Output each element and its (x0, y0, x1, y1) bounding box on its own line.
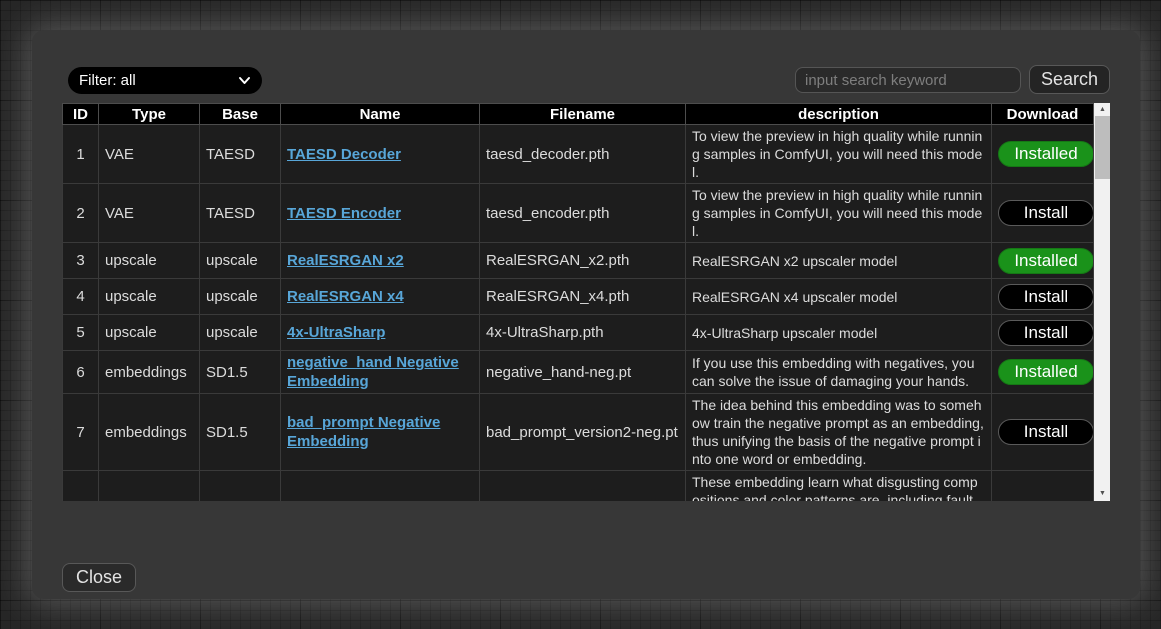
cell-type: upscale (99, 243, 200, 279)
cell-type: embeddings (99, 394, 200, 471)
cell-download: Install (992, 394, 1094, 471)
install-models-dialog: Filter: all Search ID Type Base Name Fil… (32, 30, 1140, 599)
table-scrollbar[interactable]: ▲ ▼ (1094, 103, 1110, 501)
cell-name: RealESRGAN x4 (281, 279, 480, 315)
table-header-row: ID Type Base Name Filename description D… (63, 104, 1094, 125)
table-row: 1VAETAESD TAESD Decoder taesd_decoder.pthT… (63, 125, 1094, 184)
model-name-link[interactable]: RealESRGAN x4 (287, 288, 404, 305)
close-button[interactable]: Close (62, 563, 136, 592)
cell-download: Installed (992, 125, 1094, 184)
cell-id: 3 (63, 243, 99, 279)
cell-description: RealESRGAN x4 upscaler model (686, 279, 992, 315)
cell-type (99, 471, 200, 502)
scroll-down-arrow-icon[interactable]: ▼ (1094, 487, 1110, 501)
scrollbar-thumb[interactable] (1095, 116, 1110, 179)
cell-filename: bad_prompt_version2-neg.pt (480, 394, 686, 471)
cell-base: upscale (200, 243, 281, 279)
column-header-id: ID (63, 104, 99, 125)
cell-base: SD1.5 (200, 351, 281, 394)
table-row: 5upscaleupscale4x-UltraSharp4x-UltraShar… (63, 315, 1094, 351)
table-row: 7embeddingsSD1.5bad_prompt Negative Embe… (63, 394, 1094, 471)
model-table: ID Type Base Name Filename description D… (62, 103, 1094, 501)
cell-description: 4x-UltraSharp upscaler model (686, 315, 992, 351)
column-header-download: Download (992, 104, 1094, 125)
cell-base: upscale (200, 315, 281, 351)
cell-download: Installed (992, 243, 1094, 279)
table-row: 4upscaleupscaleRealESRGAN x4RealESRGAN_x… (63, 279, 1094, 315)
cell-name: negative_hand Negative Embedding (281, 351, 480, 394)
model-name-link[interactable]: RealESRGAN x2 (287, 252, 404, 269)
cell-name: TAESD Encoder (281, 184, 480, 243)
cell-download (992, 471, 1094, 502)
model-name-link[interactable]: TAESD Encoder (287, 205, 401, 222)
cell-type: embeddings (99, 351, 200, 394)
cell-id: 1 (63, 125, 99, 184)
cell-filename: RealESRGAN_x2.pth (480, 243, 686, 279)
cell-filename: 4x-UltraSharp.pth (480, 315, 686, 351)
model-name-link[interactable]: negative_hand Negative Embedding (287, 354, 459, 390)
column-header-filename: Filename (480, 104, 686, 125)
cell-filename: taesd_encoder.pth (480, 184, 686, 243)
installed-button[interactable]: Installed (998, 248, 1094, 274)
cell-name: bad_prompt Negative Embedding (281, 394, 480, 471)
model-name-link[interactable]: TAESD Decoder (287, 146, 401, 163)
cell-download: Install (992, 184, 1094, 243)
cell-type: upscale (99, 315, 200, 351)
cell-download: Install (992, 315, 1094, 351)
table-row: 3upscaleupscaleRealESRGAN x2RealESRGAN_x… (63, 243, 1094, 279)
chevron-down-icon (238, 76, 251, 85)
installed-button[interactable]: Installed (998, 359, 1094, 385)
model-table-container: ID Type Base Name Filename description D… (62, 103, 1110, 501)
table-row: 2VAETAESD TAESD Encoder taesd_encoder.pthT… (63, 184, 1094, 243)
install-button[interactable]: Install (998, 284, 1094, 310)
cell-id: 7 (63, 394, 99, 471)
table-row: 6embeddingsSD1.5negative_hand Negative E… (63, 351, 1094, 394)
cell-description: To view the preview in high quality whil… (686, 184, 992, 243)
cell-name (281, 471, 480, 502)
column-header-type: Type (99, 104, 200, 125)
scroll-up-arrow-icon[interactable]: ▲ (1094, 103, 1110, 117)
cell-description: RealESRGAN x2 upscaler model (686, 243, 992, 279)
cell-name: 4x-UltraSharp (281, 315, 480, 351)
table-row: These embedding learn what disgusting co… (63, 471, 1094, 502)
cell-type: VAE (99, 125, 200, 184)
cell-type: upscale (99, 279, 200, 315)
cell-description: These embedding learn what disgusting co… (686, 471, 992, 502)
cell-filename: negative_hand-neg.pt (480, 351, 686, 394)
install-button[interactable]: Install (998, 419, 1094, 445)
cell-id (63, 471, 99, 502)
filter-select-value: Filter: all (79, 72, 136, 89)
cell-filename (480, 471, 686, 502)
cell-name: RealESRGAN x2 (281, 243, 480, 279)
model-name-link[interactable]: bad_prompt Negative Embedding (287, 414, 440, 450)
cell-download: Installed (992, 351, 1094, 394)
cell-id: 6 (63, 351, 99, 394)
cell-download: Install (992, 279, 1094, 315)
column-header-description: description (686, 104, 992, 125)
model-name-link[interactable]: 4x-UltraSharp (287, 324, 385, 341)
search-input[interactable] (795, 67, 1021, 93)
cell-description: The idea behind this embedding was to so… (686, 394, 992, 471)
installed-button[interactable]: Installed (998, 141, 1094, 167)
cell-type: VAE (99, 184, 200, 243)
cell-name: TAESD Decoder (281, 125, 480, 184)
cell-filename: RealESRGAN_x4.pth (480, 279, 686, 315)
cell-base: upscale (200, 279, 281, 315)
install-button[interactable]: Install (998, 200, 1094, 226)
cell-id: 4 (63, 279, 99, 315)
cell-filename: taesd_decoder.pth (480, 125, 686, 184)
cell-base: TAESD (200, 184, 281, 243)
cell-id: 2 (63, 184, 99, 243)
filter-select[interactable]: Filter: all (68, 67, 262, 94)
install-button[interactable]: Install (998, 320, 1094, 346)
column-header-name: Name (281, 104, 480, 125)
cell-base: TAESD (200, 125, 281, 184)
column-header-base: Base (200, 104, 281, 125)
cell-base (200, 471, 281, 502)
cell-id: 5 (63, 315, 99, 351)
cell-base: SD1.5 (200, 394, 281, 471)
cell-description: If you use this embedding with negatives… (686, 351, 992, 394)
search-button[interactable]: Search (1029, 65, 1110, 94)
cell-description: To view the preview in high quality whil… (686, 125, 992, 184)
